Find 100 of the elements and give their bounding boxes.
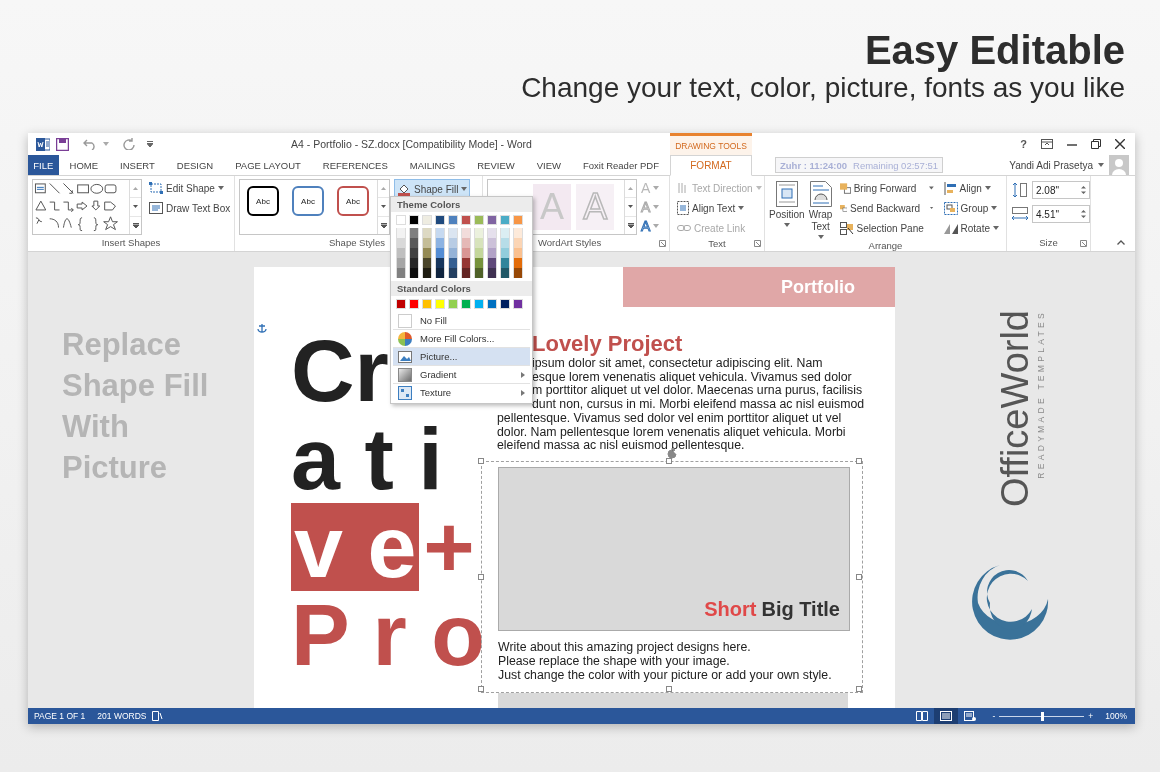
save-icon[interactable] (56, 137, 69, 151)
close-icon[interactable] (1115, 139, 1125, 149)
ribbon-tab[interactable]: FORMAT (670, 155, 752, 176)
zoom-slider-thumb[interactable] (1040, 711, 1044, 721)
color-swatch[interactable] (513, 228, 523, 238)
color-swatch[interactable] (487, 248, 497, 258)
customize-toolbar-icon[interactable] (147, 141, 153, 147)
ribbon-tab[interactable]: MAILINGS (398, 155, 467, 175)
spinner-icon[interactable] (1081, 185, 1086, 195)
color-swatch[interactable] (474, 248, 484, 258)
ribbon-button[interactable]: Rotate (940, 219, 1002, 237)
redo-icon[interactable] (123, 138, 135, 150)
ribbon-button[interactable]: Wrap Text (808, 179, 833, 239)
color-swatch[interactable] (487, 299, 497, 309)
color-swatch[interactable] (435, 215, 445, 225)
menu-item[interactable]: Texture (393, 384, 530, 401)
color-swatch[interactable] (435, 258, 445, 268)
color-swatch[interactable] (422, 215, 432, 225)
color-swatch[interactable] (474, 228, 484, 238)
color-swatch[interactable] (396, 215, 406, 225)
dialog-launcher-icon[interactable] (1080, 240, 1087, 247)
ribbon-button[interactable]: Align (940, 179, 1002, 197)
ribbon-button[interactable]: Group (940, 199, 1002, 217)
resize-handle[interactable] (856, 457, 862, 464)
ribbon-tab[interactable]: REFERENCES (311, 155, 399, 175)
undo-icon[interactable] (83, 138, 97, 150)
zoom-in-button[interactable]: + (1088, 711, 1094, 721)
menu-item[interactable]: Gradient (393, 366, 530, 383)
color-swatch[interactable] (461, 238, 471, 248)
resize-handle[interactable] (666, 457, 672, 464)
color-swatch[interactable] (435, 268, 445, 278)
word-app-icon[interactable] (36, 137, 50, 151)
image-placeholder-shape[interactable]: Short Big Title (498, 466, 850, 631)
zoom-out-button[interactable]: - (992, 711, 996, 721)
color-swatch[interactable] (474, 268, 484, 278)
color-swatch[interactable] (409, 258, 419, 268)
color-swatch[interactable] (409, 238, 419, 248)
color-swatch[interactable] (422, 268, 432, 278)
color-swatch[interactable] (500, 258, 510, 268)
color-swatch[interactable] (461, 258, 471, 268)
ribbon-button[interactable]: Align Text (674, 199, 765, 217)
color-swatch[interactable] (448, 268, 458, 278)
color-swatch[interactable] (513, 268, 523, 278)
shape-style-preset[interactable]: Abc (247, 186, 279, 216)
color-swatch[interactable] (396, 299, 406, 309)
color-swatch[interactable] (396, 258, 406, 268)
ribbon-tab[interactable]: VIEW (525, 155, 572, 175)
ribbon-tab[interactable]: HOME (58, 155, 110, 175)
proofing-icon[interactable] (152, 711, 164, 721)
color-swatch[interactable] (500, 268, 510, 278)
color-swatch[interactable] (435, 299, 445, 309)
dialog-launcher-icon[interactable] (754, 240, 761, 247)
ribbon-display-options-icon[interactable] (1041, 139, 1053, 149)
color-swatch[interactable] (513, 299, 523, 309)
color-swatch[interactable] (409, 248, 419, 258)
color-swatch[interactable] (487, 238, 497, 248)
color-swatch[interactable] (396, 248, 406, 258)
color-swatch[interactable] (500, 248, 510, 258)
menu-item[interactable]: No Fill (393, 312, 530, 329)
color-swatch[interactable] (448, 299, 458, 309)
ribbon-button[interactable]: Send Backward (836, 199, 937, 217)
ribbon-button[interactable]: Draw Text Box (146, 199, 234, 217)
ribbon-tab[interactable]: PAGE LAYOUT (224, 155, 312, 175)
color-swatch[interactable] (448, 248, 458, 258)
ribbon-button[interactable]: Selection Pane (836, 219, 937, 237)
color-swatch[interactable] (513, 258, 523, 268)
color-swatch[interactable] (474, 299, 484, 309)
spinner-icon[interactable] (1081, 209, 1086, 219)
color-swatch[interactable] (422, 238, 432, 248)
resize-handle[interactable] (478, 685, 484, 692)
menu-item[interactable]: Picture... (393, 348, 530, 365)
color-swatch[interactable] (513, 215, 523, 225)
color-swatch[interactable] (513, 248, 523, 258)
color-swatch[interactable] (422, 248, 432, 258)
color-swatch[interactable] (461, 268, 471, 278)
ribbon-tab[interactable]: DESIGN (165, 155, 225, 175)
ribbon-button[interactable]: Position (769, 179, 805, 227)
color-swatch[interactable] (448, 228, 458, 238)
color-swatch[interactable] (435, 238, 445, 248)
shape-width-field[interactable]: 4.51" (1032, 205, 1090, 223)
color-swatch[interactable] (487, 268, 497, 278)
shape-fill-button[interactable]: Shape Fill (394, 179, 471, 199)
resize-handle[interactable] (856, 573, 862, 580)
print-view-button[interactable] (934, 708, 959, 724)
resize-handle[interactable] (478, 457, 484, 464)
color-swatch[interactable] (500, 215, 510, 225)
resize-handle[interactable] (478, 573, 484, 580)
color-swatch[interactable] (396, 228, 406, 238)
user-name[interactable]: Yandi Adi Prasetya (1009, 159, 1093, 171)
color-swatch[interactable] (474, 258, 484, 268)
color-swatch[interactable] (422, 258, 432, 268)
help-button[interactable]: ? (1020, 138, 1027, 150)
color-swatch[interactable] (474, 215, 484, 225)
color-swatch[interactable] (448, 258, 458, 268)
color-swatch[interactable] (513, 238, 523, 248)
ribbon-tab[interactable]: Foxit Reader PDF (571, 155, 670, 175)
resize-handle[interactable] (856, 685, 862, 692)
color-swatch[interactable] (409, 215, 419, 225)
wordart-effect-button[interactable]: A (641, 217, 660, 234)
ribbon-tab[interactable]: INSERT (109, 155, 166, 175)
